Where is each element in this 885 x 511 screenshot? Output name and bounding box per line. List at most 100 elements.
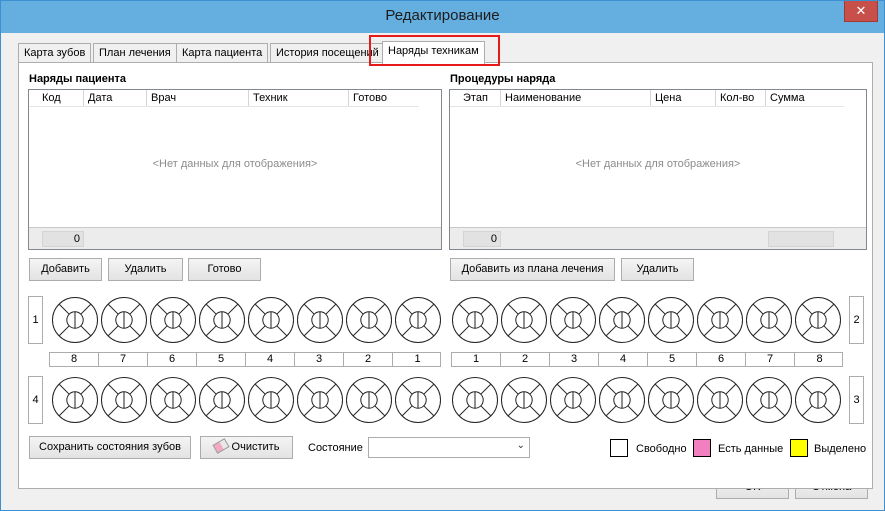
right-tooth-number-strip: 1234567 8: [451, 352, 843, 367]
lower-right-tooth-6[interactable]: [696, 376, 744, 424]
upper-right-tooth-3[interactable]: [549, 296, 597, 344]
lower-left-tooth-6[interactable]: [149, 376, 197, 424]
window-title: Редактирование: [385, 7, 500, 24]
upper-left-tooth-5[interactable]: [198, 296, 246, 344]
close-button[interactable]: ✕: [844, 1, 878, 22]
state-label: Состояние: [308, 442, 363, 454]
lower-left-tooth-7[interactable]: [100, 376, 148, 424]
lower-left-tooth-4[interactable]: [247, 376, 295, 424]
lower-right-teeth-row: [451, 376, 843, 426]
lower-right-tooth-4[interactable]: [598, 376, 646, 424]
procedures-grid-header: Этап Наименование Цена Кол-во Сумма: [450, 90, 844, 107]
lower-left-tooth-5[interactable]: [198, 376, 246, 424]
right-tooth-number: 4: [599, 353, 648, 366]
lower-left-tooth-2[interactable]: [345, 376, 393, 424]
legend-free-swatch: [610, 439, 628, 457]
eraser-icon: [211, 438, 230, 454]
column-header-done[interactable]: Готово: [349, 90, 419, 106]
right-tooth-number: 8: [816, 353, 823, 365]
upper-left-tooth-8[interactable]: [51, 296, 99, 344]
upper-left-teeth-row: [51, 296, 443, 346]
procedures-count: 0: [463, 231, 501, 247]
legend-selected-label: Выделено: [814, 443, 867, 455]
upper-left-tooth-6[interactable]: [149, 296, 197, 344]
column-header-technician[interactable]: Техник: [249, 90, 349, 106]
upper-right-tooth-1[interactable]: [451, 296, 499, 344]
lower-left-tooth-8[interactable]: [51, 376, 99, 424]
procedures-title: Процедуры наряда: [450, 73, 556, 85]
right-tooth-number: 6: [697, 353, 746, 366]
upper-right-tooth-4[interactable]: [598, 296, 646, 344]
column-header-code[interactable]: Код: [38, 90, 84, 106]
orders-grid[interactable]: Код Дата Врач Техник Готово <Нет данных …: [28, 89, 442, 250]
lower-right-tooth-8[interactable]: [794, 376, 842, 424]
upper-right-tooth-2[interactable]: [500, 296, 548, 344]
lower-right-tooth-1[interactable]: [451, 376, 499, 424]
delete-procedure-button[interactable]: Удалить: [621, 258, 694, 281]
orders-count: 0: [42, 231, 84, 247]
upper-right-tooth-5[interactable]: [647, 296, 695, 344]
left-tooth-number: 8: [50, 353, 99, 366]
upper-right-tooth-8[interactable]: [794, 296, 842, 344]
lower-right-tooth-7[interactable]: [745, 376, 793, 424]
lower-left-tooth-3[interactable]: [296, 376, 344, 424]
upper-left-tooth-3[interactable]: [296, 296, 344, 344]
procedures-empty-message: <Нет данных для отображения>: [575, 158, 741, 170]
legend-free-label: Свободно: [636, 443, 687, 455]
upper-right-tooth-6[interactable]: [696, 296, 744, 344]
lower-right-tooth-5[interactable]: [647, 376, 695, 424]
lower-left-teeth-row: [51, 376, 443, 426]
lower-right-tooth-3[interactable]: [549, 376, 597, 424]
column-header-date[interactable]: Дата: [84, 90, 147, 106]
upper-left-tooth-7[interactable]: [100, 296, 148, 344]
left-tooth-number: 5: [197, 353, 246, 366]
procedures-grid[interactable]: Этап Наименование Цена Кол-во Сумма <Нет…: [449, 89, 867, 250]
legend-has-data-swatch: [693, 439, 711, 457]
right-tooth-number: 2: [501, 353, 550, 366]
legend-has-data-label: Есть данные: [718, 443, 784, 455]
tab-tooth-map[interactable]: Карта зубов: [18, 43, 92, 63]
orders-empty-message: <Нет данных для отображения>: [152, 158, 318, 170]
right-tooth-number: 3: [550, 353, 599, 366]
left-tooth-number: 2: [344, 353, 393, 366]
orders-grid-footer: 0: [29, 227, 441, 249]
save-tooth-states-button[interactable]: Сохранить состояния зубов: [29, 436, 191, 459]
column-header-quantity[interactable]: Кол-во: [716, 90, 766, 106]
legend-selected-swatch: [790, 439, 808, 457]
clear-button-label: Очистить: [231, 441, 280, 453]
state-select[interactable]: ⌄: [368, 437, 530, 458]
left-tooth-number-strip: 8765432 1: [49, 352, 441, 367]
delete-order-button[interactable]: Удалить: [108, 258, 183, 281]
add-order-button[interactable]: Добавить: [29, 258, 102, 281]
dialog-client-area: Карта зубов План лечения Карта пациента …: [8, 33, 877, 505]
chevron-down-icon: ⌄: [516, 440, 525, 451]
left-tooth-number: 1: [414, 353, 421, 365]
upper-left-tooth-1[interactable]: [394, 296, 442, 344]
add-from-plan-button[interactable]: Добавить из плана лечения: [450, 258, 615, 281]
left-tooth-number: 7: [99, 353, 148, 366]
column-header-stage[interactable]: Этап: [459, 90, 501, 106]
clear-button[interactable]: Очистить: [200, 436, 293, 459]
right-tooth-number: 5: [648, 353, 697, 366]
column-header-doctor[interactable]: Врач: [147, 90, 249, 106]
upper-left-tooth-4[interactable]: [247, 296, 295, 344]
tab-visit-history[interactable]: История посещений: [270, 43, 385, 63]
title-bar[interactable]: Редактирование ✕: [1, 1, 884, 33]
procedures-grid-footer: 0: [450, 227, 866, 249]
quadrant-label-4: 4: [28, 376, 43, 424]
column-header-name[interactable]: Наименование: [501, 90, 651, 106]
upper-right-tooth-7[interactable]: [745, 296, 793, 344]
lower-right-tooth-2[interactable]: [500, 376, 548, 424]
quadrant-label-1: 1: [28, 296, 43, 344]
mark-done-button[interactable]: Готово: [188, 258, 261, 281]
tab-patient-card[interactable]: Карта пациента: [176, 43, 269, 63]
quadrant-label-3: 3: [849, 376, 864, 424]
tab-treatment-plan[interactable]: План лечения: [93, 43, 177, 63]
orders-title: Наряды пациента: [29, 73, 127, 85]
lower-left-tooth-1[interactable]: [394, 376, 442, 424]
technician-orders-panel: Наряды пациента Код Дата Врач Техник Гот…: [18, 62, 873, 489]
column-header-sum[interactable]: Сумма: [766, 90, 842, 106]
column-header-price[interactable]: Цена: [651, 90, 716, 106]
edit-dialog-window: Редактирование ✕ Карта зубов План лечени…: [0, 0, 885, 511]
upper-left-tooth-2[interactable]: [345, 296, 393, 344]
